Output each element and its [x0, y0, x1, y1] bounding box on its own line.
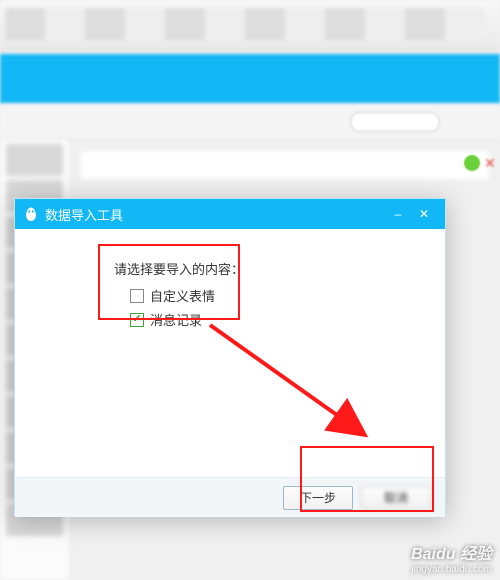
data-import-dialog: 数据导入工具 – ✕ 请选择要导入的内容： 自定义表情 消息记录 下一步 取消 [14, 198, 446, 516]
background-status-dot [464, 155, 480, 171]
watermark-url: jingyan.baidu.com [411, 564, 492, 576]
minimize-button[interactable]: – [385, 204, 411, 224]
watermark-brand: Baidu 经验 [411, 545, 492, 564]
dialog-titlebar[interactable]: 数据导入工具 – ✕ [15, 199, 445, 229]
checkbox-message-history[interactable] [130, 313, 144, 327]
option-custom-emoji-label: 自定义表情 [150, 286, 215, 305]
option-message-history[interactable]: 消息记录 [130, 310, 244, 329]
cancel-button[interactable]: 取消 [361, 486, 431, 510]
import-options-group: 请选择要导入的内容： 自定义表情 消息记录 [100, 249, 262, 346]
option-message-history-label: 消息记录 [150, 310, 202, 329]
background-close-x: ✕ [484, 155, 500, 171]
checkbox-custom-emoji[interactable] [130, 289, 144, 303]
dialog-footer: 下一步 取消 [15, 477, 445, 517]
import-prompt-label: 请选择要导入的内容： [114, 259, 244, 278]
penguin-icon [23, 206, 39, 222]
dialog-title: 数据导入工具 [45, 205, 123, 224]
background-app-toolbar [0, 0, 500, 50]
close-button[interactable]: ✕ [411, 204, 437, 224]
background-app-header [0, 54, 500, 104]
background-list-row [80, 150, 490, 180]
option-custom-emoji[interactable]: 自定义表情 [130, 286, 244, 305]
background-search-box [350, 112, 440, 132]
next-button[interactable]: 下一步 [283, 486, 353, 510]
watermark: Baidu 经验 jingyan.baidu.com [411, 545, 492, 576]
dialog-body: 请选择要导入的内容： 自定义表情 消息记录 [15, 229, 445, 477]
